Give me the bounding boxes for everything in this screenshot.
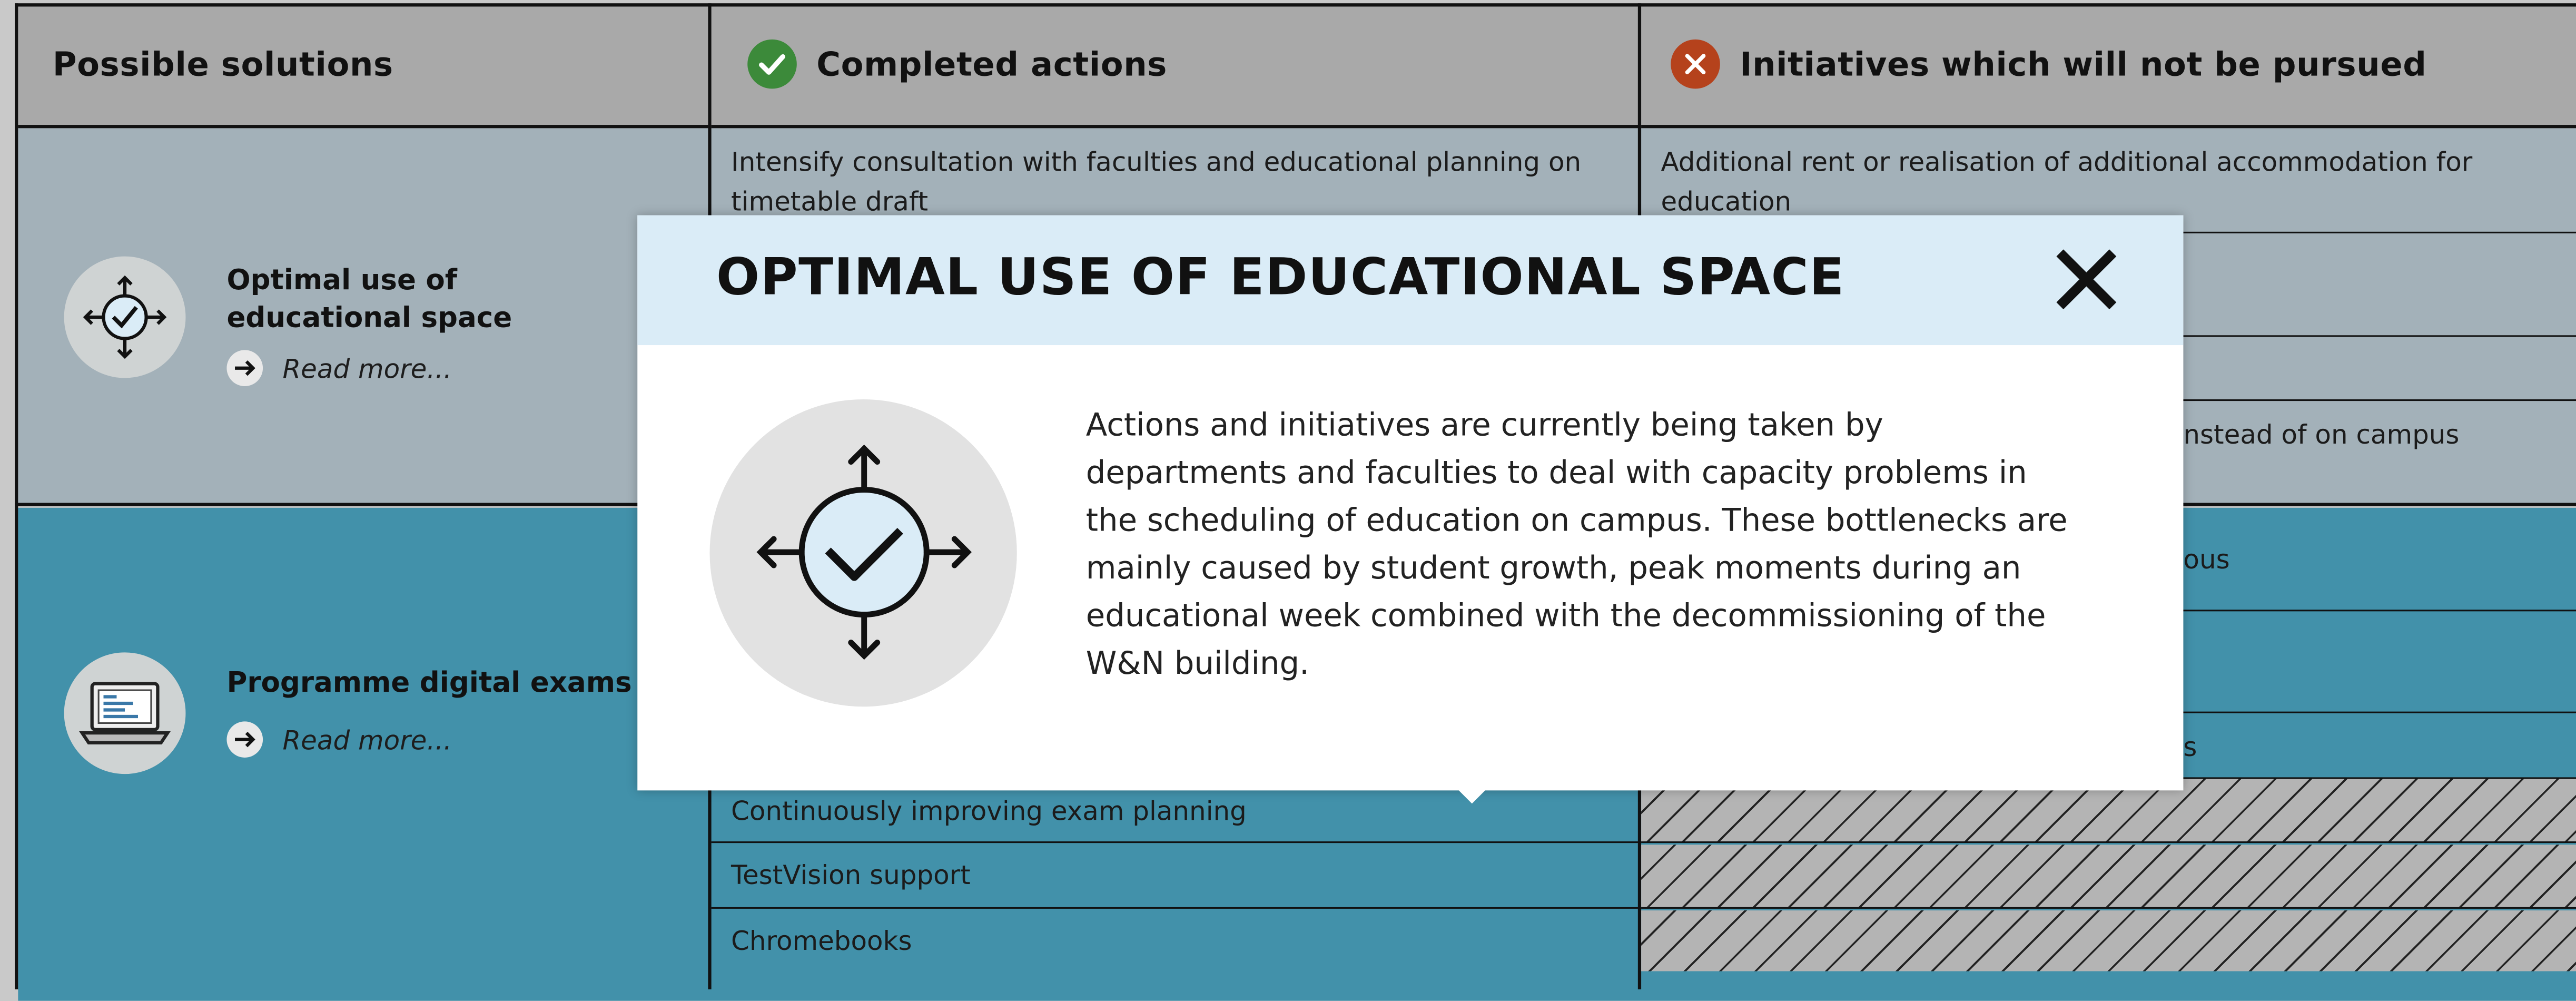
read-more-link[interactable]: Read more... [226, 350, 452, 387]
empty-hatched-cell [1641, 845, 2576, 907]
header-label: Completed actions [816, 44, 1168, 84]
x-circle-icon [1671, 39, 1720, 89]
table-top-border [15, 3, 2576, 7]
not-pursued-fragment: ous [2183, 544, 2230, 575]
modal-header: OPTIMAL USE OF EDUCATIONAL SPACE [637, 215, 2184, 346]
header-label: Possible solutions [52, 44, 393, 84]
modal-title: OPTIMAL USE OF EDUCATIONAL SPACE [716, 248, 1845, 308]
close-icon[interactable] [2055, 248, 2118, 311]
completed-action-chromebooks: Chromebooks [731, 925, 912, 957]
completed-action-timetable: Intensify consultation with faculties an… [731, 143, 1581, 222]
read-more-label: Read more... [282, 724, 452, 755]
modal-body-text: Actions and initiatives are currently be… [1085, 407, 2068, 682]
header-completed-actions: Completed actions [711, 3, 1640, 129]
table-left-border [15, 3, 18, 989]
empty-hatched-cell [1641, 910, 2576, 971]
solution-title-educational-space: Optimal use of educational space [226, 263, 512, 338]
arrows-check-icon [709, 399, 1017, 707]
not-pursued-off-campus: nstead of on campus [2183, 419, 2460, 450]
arrows-check-icon [64, 256, 186, 378]
check-circle-icon [747, 39, 797, 89]
completed-action-testvision: TestVision support [731, 859, 971, 891]
modal-pointer [1454, 785, 1491, 804]
solution-title-line: Optimal use of [226, 264, 457, 298]
cell-line: Intensify consultation with faculties an… [731, 146, 1582, 178]
not-pursued-fragment: s [2183, 731, 2197, 763]
read-more-link[interactable]: Read more... [226, 721, 452, 758]
cell-line: Additional rent or realisation of additi… [1661, 146, 2473, 178]
cell-divider [1641, 841, 2576, 843]
solution-title-digital-exams: Programme digital exams [226, 667, 632, 700]
arrow-right-icon [226, 350, 263, 387]
laptop-icon [64, 652, 186, 774]
header-not-pursued: Initiatives which will not be pursued [1641, 3, 2576, 129]
stage: Possible solutions Completed actions Ini… [0, 0, 2576, 1001]
info-modal: OPTIMAL USE OF EDUCATIONAL SPACE Actions… [637, 215, 2184, 791]
solution-title-line: educational space [226, 302, 512, 336]
cell-divider [711, 907, 1640, 909]
arrow-right-icon [226, 721, 263, 758]
header-label: Initiatives which will not be pursued [1740, 44, 2427, 84]
cell-divider [1641, 907, 2576, 909]
completed-action-exam-planning: Continuously improving exam planning [731, 795, 1247, 827]
read-more-label: Read more... [282, 352, 452, 384]
header-possible-solutions: Possible solutions [18, 3, 708, 129]
cell-divider [711, 841, 1640, 843]
not-pursued-additional-rent: Additional rent or realisation of additi… [1661, 143, 2473, 222]
